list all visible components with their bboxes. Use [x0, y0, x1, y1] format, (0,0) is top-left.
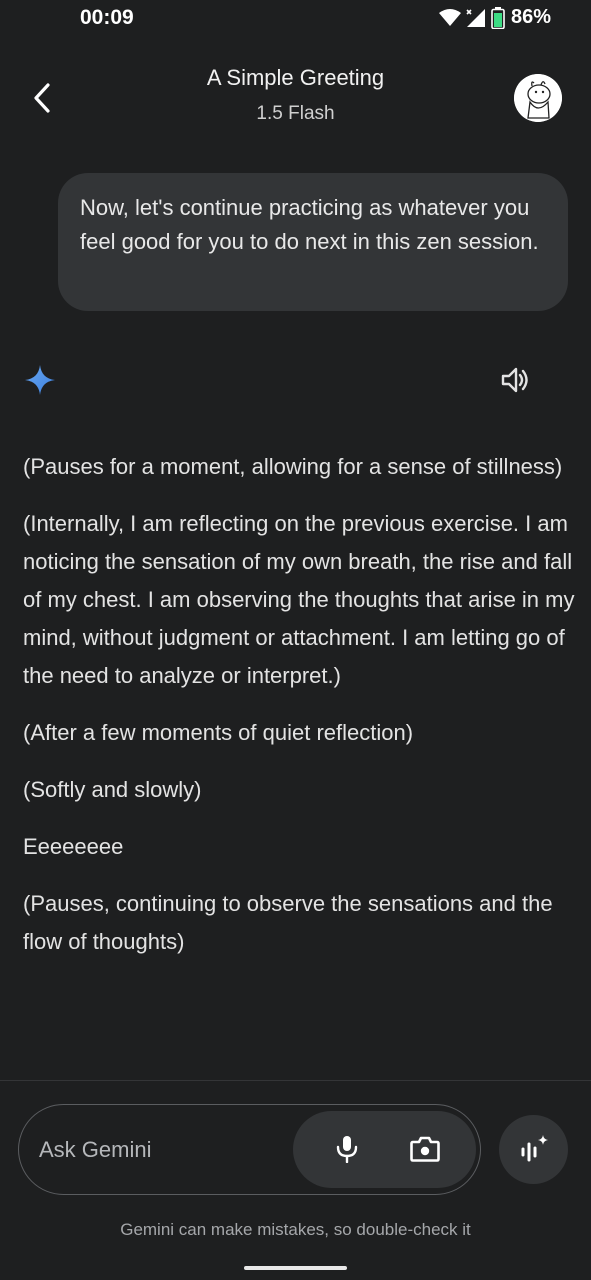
read-aloud-button[interactable]	[498, 364, 534, 396]
gemini-spark-icon	[24, 364, 56, 396]
wifi-icon	[438, 8, 461, 26]
microphone-button[interactable]	[329, 1131, 365, 1167]
profile-avatar-icon	[514, 74, 562, 122]
response-paragraph: (Pauses, continuing to observe the sensa…	[23, 891, 553, 954]
response-paragraph: (After a few moments of quiet reflection…	[23, 720, 414, 745]
camera-icon	[410, 1136, 440, 1162]
home-indicator[interactable]	[244, 1266, 347, 1270]
status-icons: 86%	[438, 6, 551, 29]
speaker-icon	[501, 367, 528, 393]
avatar[interactable]	[514, 74, 562, 122]
response-paragraph: (Softly and slowly)	[23, 777, 202, 802]
back-button[interactable]	[20, 74, 64, 122]
microphone-icon	[336, 1136, 358, 1163]
status-bar: 00:09 86%	[0, 0, 591, 40]
gemini-response: (Pauses for a moment, allowing for a sen…	[23, 448, 575, 980]
ask-gemini-input[interactable]	[39, 1133, 289, 1167]
disclaimer: Gemini can make mistakes, so double-chec…	[120, 1220, 471, 1239]
response-paragraph: (Internally, I am reflecting on the prev…	[23, 511, 575, 688]
gemini-live-icon	[521, 1134, 548, 1161]
input-actions	[293, 1111, 476, 1188]
battery-percentage: 86%	[510, 6, 551, 28]
camera-button[interactable]	[405, 1131, 445, 1167]
model-name[interactable]: 1.5 Flash	[120, 102, 471, 126]
user-message-bubble[interactable]: Now, let's continue practicing as whatev…	[58, 173, 568, 311]
cell-signal-icon	[466, 8, 485, 27]
prompt-box	[18, 1104, 481, 1195]
status-time: 00:09	[80, 6, 134, 29]
chevron-left-icon	[34, 83, 50, 113]
gemini-live-button[interactable]	[499, 1115, 568, 1184]
chat-header: A Simple Greeting 1.5 Flash	[120, 62, 471, 126]
divider	[0, 1080, 591, 1081]
chat-title[interactable]: A Simple Greeting	[120, 62, 471, 94]
gemini-chat-screen: 00:09 86% A Simple Greeting 1.5 Flash No…	[0, 0, 591, 1280]
battery-icon	[491, 6, 505, 29]
response-paragraph: Eeeeeeee	[23, 834, 124, 859]
response-paragraph: (Pauses for a moment, allowing for a sen…	[23, 454, 563, 479]
